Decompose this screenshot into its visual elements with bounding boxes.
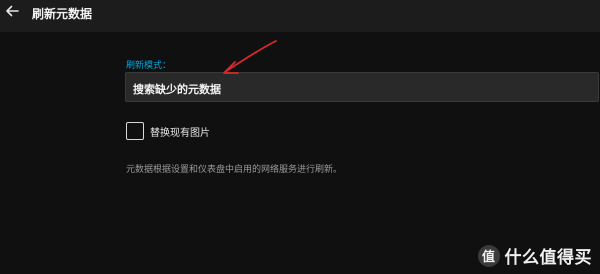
watermark-text: 什么值得买 — [504, 248, 592, 268]
back-button[interactable] — [0, 0, 24, 24]
replace-images-checkbox[interactable] — [126, 122, 144, 140]
watermark: 值 什么值得买 — [477, 243, 593, 268]
watermark-logo: 值 — [477, 244, 500, 267]
help-text: 元数据根据设置和仪表盘中启用的网络服务进行刷新。 — [126, 165, 343, 175]
replace-images-label[interactable]: 替换现有图片 — [150, 124, 210, 139]
refresh-mode-value: 搜索缺少的元数据 — [133, 83, 221, 96]
refresh-mode-select[interactable]: 搜索缺少的元数据 — [125, 72, 599, 102]
header-bar: 刷新元数据 — [0, 0, 600, 32]
page-title: 刷新元数据 — [32, 7, 93, 21]
arrow-left-icon — [5, 3, 19, 22]
refresh-mode-label: 刷新模式： — [126, 61, 172, 71]
refresh-metadata-dialog: 刷新元数据 刷新模式： 搜索缺少的元数据 替换现有图片 元数据根据设置和仪表盘中… — [0, 0, 600, 274]
